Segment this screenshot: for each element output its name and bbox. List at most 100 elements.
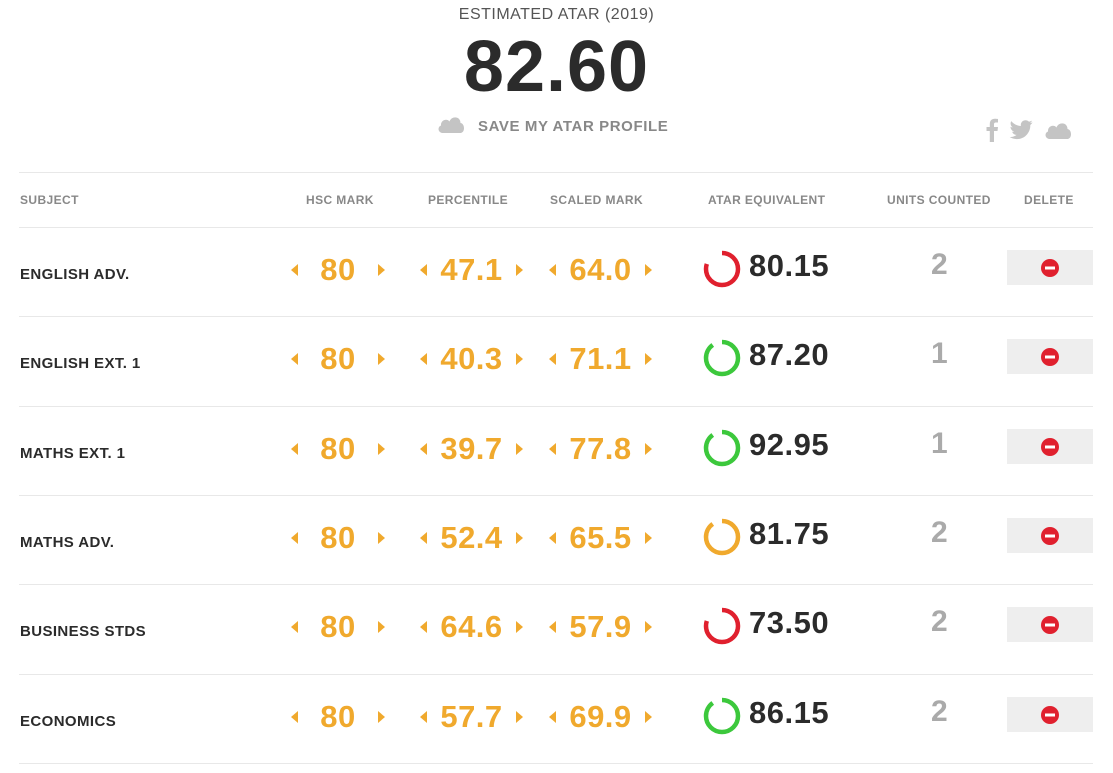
percentile-stepper[interactable]: 47.1 <box>420 250 523 290</box>
increase-arrow-icon[interactable] <box>378 532 385 544</box>
cloud-icon <box>436 114 466 139</box>
subject-name: ECONOMICS <box>20 713 117 730</box>
decrease-arrow-icon[interactable] <box>291 443 298 455</box>
column-header-delete: DELETE <box>1024 193 1074 207</box>
decrease-arrow-icon[interactable] <box>420 353 427 365</box>
delete-row-button[interactable] <box>1007 429 1093 464</box>
delete-row-button[interactable] <box>1007 607 1093 642</box>
hsc-mark-stepper[interactable]: 80 <box>291 339 385 379</box>
column-header-subject: SUBJECT <box>20 193 79 207</box>
decrease-arrow-icon[interactable] <box>420 621 427 633</box>
decrease-arrow-icon[interactable] <box>291 711 298 723</box>
increase-arrow-icon[interactable] <box>378 353 385 365</box>
scaled-mark-stepper[interactable]: 71.1 <box>549 339 652 379</box>
save-profile-button[interactable]: SAVE MY ATAR PROFILE <box>436 112 668 140</box>
increase-arrow-icon[interactable] <box>645 443 652 455</box>
decrease-arrow-icon[interactable] <box>291 621 298 633</box>
hsc-mark-value: 80 <box>320 609 356 644</box>
hsc-mark-stepper[interactable]: 80 <box>291 607 385 647</box>
atar-header: ESTIMATED ATAR (2019) 82.60 SAVE MY ATAR… <box>0 0 1113 172</box>
hsc-mark-stepper[interactable]: 80 <box>291 250 385 290</box>
units-counted-value: 1 <box>931 427 948 460</box>
scaled-mark-stepper[interactable]: 69.9 <box>549 697 652 737</box>
decrease-arrow-icon[interactable] <box>420 443 427 455</box>
percentile-stepper[interactable]: 40.3 <box>420 339 523 379</box>
hsc-mark-stepper[interactable]: 80 <box>291 697 385 737</box>
scaled-mark-stepper[interactable]: 65.5 <box>549 518 652 558</box>
increase-arrow-icon[interactable] <box>516 443 523 455</box>
scaled-mark-value: 65.5 <box>569 520 632 555</box>
scaled-mark-value: 71.1 <box>569 341 632 376</box>
decrease-arrow-icon[interactable] <box>549 264 556 276</box>
increase-arrow-icon[interactable] <box>645 532 652 544</box>
increase-arrow-icon[interactable] <box>516 353 523 365</box>
percentile-value: 52.4 <box>440 520 503 555</box>
facebook-icon[interactable] <box>985 118 999 147</box>
twitter-icon[interactable] <box>1009 120 1033 145</box>
percentile-stepper[interactable]: 39.7 <box>420 429 523 469</box>
scaled-mark-stepper[interactable]: 57.9 <box>549 607 652 647</box>
decrease-arrow-icon[interactable] <box>291 264 298 276</box>
percentile-stepper[interactable]: 52.4 <box>420 518 523 558</box>
increase-arrow-icon[interactable] <box>645 264 652 276</box>
units-counted-value: 2 <box>931 516 948 549</box>
delete-row-button[interactable] <box>1007 339 1093 374</box>
increase-arrow-icon[interactable] <box>378 711 385 723</box>
hsc-mark-value: 80 <box>320 252 356 287</box>
column-header-scaled-mark: SCALED MARK <box>550 193 644 207</box>
decrease-arrow-icon[interactable] <box>291 353 298 365</box>
table-row: BUSINESS STDS 80 64.6 57.9 73.50 2 <box>19 584 1093 674</box>
hsc-mark-stepper[interactable]: 80 <box>291 429 385 469</box>
percentile-value: 40.3 <box>440 341 503 376</box>
decrease-arrow-icon[interactable] <box>291 532 298 544</box>
increase-arrow-icon[interactable] <box>516 264 523 276</box>
delete-row-button[interactable] <box>1007 697 1093 732</box>
decrease-arrow-icon[interactable] <box>420 532 427 544</box>
increase-arrow-icon[interactable] <box>645 353 652 365</box>
scaled-mark-stepper[interactable]: 77.8 <box>549 429 652 469</box>
cloud-icon[interactable] <box>1043 120 1073 145</box>
percentile-stepper[interactable]: 64.6 <box>420 607 523 647</box>
decrease-arrow-icon[interactable] <box>549 443 556 455</box>
delete-row-button[interactable] <box>1007 250 1093 285</box>
increase-arrow-icon[interactable] <box>378 443 385 455</box>
header-divider <box>19 172 1093 173</box>
increase-arrow-icon[interactable] <box>378 621 385 633</box>
increase-arrow-icon[interactable] <box>645 621 652 633</box>
table-row: MATHS EXT. 1 80 39.7 77.8 92.95 1 <box>19 406 1093 496</box>
decrease-arrow-icon[interactable] <box>420 264 427 276</box>
decrease-arrow-icon[interactable] <box>549 621 556 633</box>
atar-progress-ring <box>703 250 741 288</box>
percentile-value: 64.6 <box>440 609 503 644</box>
increase-arrow-icon[interactable] <box>645 711 652 723</box>
atar-progress-ring <box>703 607 741 645</box>
minus-circle-icon <box>1041 347 1059 366</box>
scaled-mark-stepper[interactable]: 64.0 <box>549 250 652 290</box>
subject-name: BUSINESS STDS <box>20 623 147 640</box>
scaled-mark-value: 77.8 <box>569 431 632 466</box>
decrease-arrow-icon[interactable] <box>549 711 556 723</box>
scaled-mark-value: 64.0 <box>569 252 632 287</box>
atar-equivalent-value: 87.20 <box>749 337 830 372</box>
atar-progress-ring <box>703 697 741 735</box>
minus-circle-icon <box>1041 437 1059 456</box>
delete-row-button[interactable] <box>1007 518 1093 553</box>
atar-equivalent-value: 92.95 <box>749 427 830 462</box>
subject-name: MATHS ADV. <box>20 534 115 551</box>
decrease-arrow-icon[interactable] <box>420 711 427 723</box>
atar-score: 82.60 <box>463 27 650 107</box>
hsc-mark-stepper[interactable]: 80 <box>291 518 385 558</box>
percentile-value: 47.1 <box>440 252 503 287</box>
percentile-stepper[interactable]: 57.7 <box>420 697 523 737</box>
atar-progress-ring <box>703 429 741 467</box>
decrease-arrow-icon[interactable] <box>549 353 556 365</box>
estimate-label: ESTIMATED ATAR (2019) <box>458 6 655 23</box>
decrease-arrow-icon[interactable] <box>549 532 556 544</box>
scaled-mark-value: 57.9 <box>569 609 632 644</box>
increase-arrow-icon[interactable] <box>516 621 523 633</box>
percentile-value: 57.7 <box>440 699 503 734</box>
increase-arrow-icon[interactable] <box>378 264 385 276</box>
increase-arrow-icon[interactable] <box>516 711 523 723</box>
units-counted-value: 2 <box>931 695 948 728</box>
increase-arrow-icon[interactable] <box>516 532 523 544</box>
